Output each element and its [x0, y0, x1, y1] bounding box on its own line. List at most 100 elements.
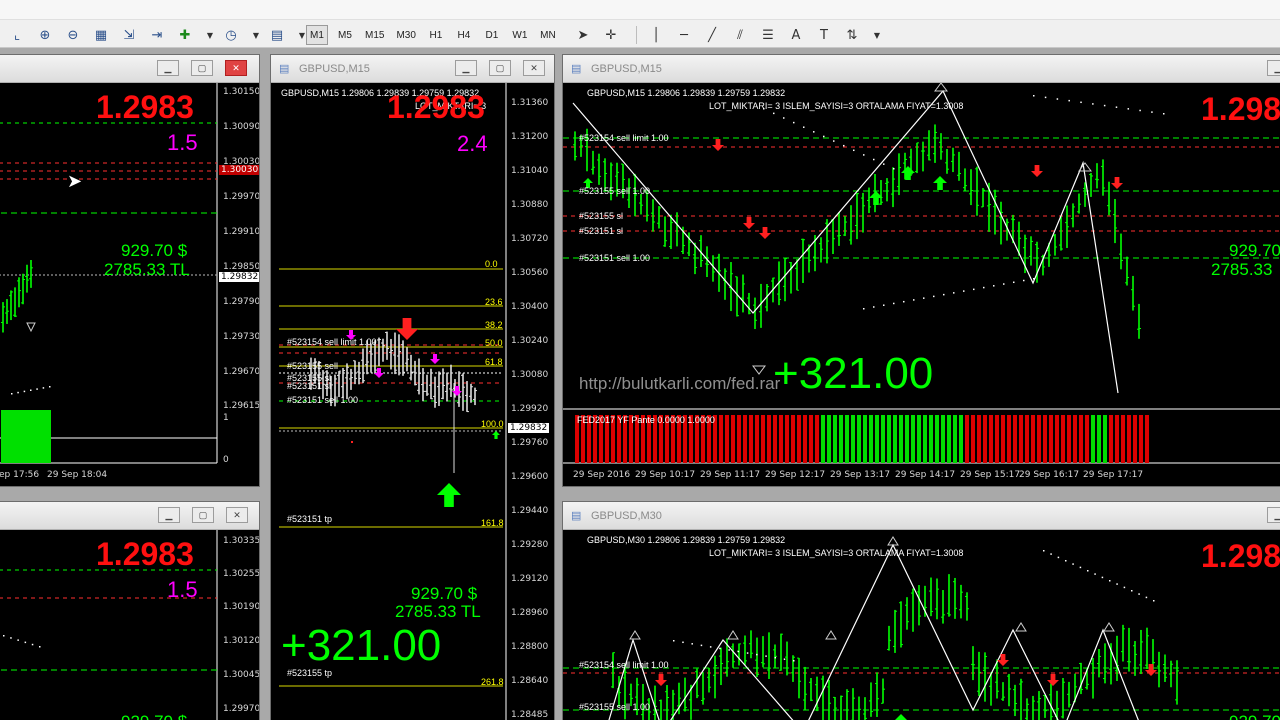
trail-dot: [963, 290, 965, 292]
chart-window-left-bottom[interactable]: ▁ ▢ ✕ 1.2983 1.5 929.70 $ 1.30335 1.3025…: [0, 501, 260, 720]
timeframe-m15[interactable]: M15: [362, 25, 387, 45]
indicators-icon[interactable]: ✚: [174, 24, 196, 46]
minimize-button[interactable]: ▁: [157, 60, 179, 76]
indicator-histogram-bar: [1067, 415, 1071, 463]
timeframe-m1[interactable]: M1: [306, 25, 328, 45]
fib-level: 161.8: [481, 518, 504, 528]
chart-window-left-top[interactable]: ▁ ▢ ✕ 1.2983 1.5 929.70 $ 2785.33 TL 1.3…: [0, 54, 260, 487]
chart-area[interactable]: GBPUSD,M30 1.29806 1.29839 1.29759 1.298…: [563, 530, 1280, 720]
current-price: 1.2983: [96, 536, 194, 572]
indicator-histogram-bar: [821, 415, 825, 463]
auto-scroll-icon[interactable]: ⇲: [118, 24, 140, 46]
maximize-button[interactable]: ▢: [489, 60, 511, 76]
trail-dot: [893, 168, 895, 170]
timeframe-d1[interactable]: D1: [481, 25, 503, 45]
timeframe-w1[interactable]: W1: [509, 25, 531, 45]
channel-icon[interactable]: ⫽: [729, 24, 751, 46]
timeframe-h1[interactable]: H1: [425, 25, 447, 45]
chart-window-icon: ▤: [571, 63, 582, 75]
buy-arrow-icon: [895, 714, 907, 720]
periods-clock-icon[interactable]: ◷: [220, 24, 242, 46]
fractal-marker-icon: [629, 630, 641, 640]
zoom-in-icon[interactable]: ⊕: [34, 24, 56, 46]
trail-dot: [1145, 596, 1148, 599]
text-label-icon[interactable]: T: [813, 24, 835, 46]
window-title: GBPUSD,M30: [591, 510, 662, 522]
indicator-label: FED2017 YF Pante 0.0000 1.0000: [577, 415, 715, 425]
chart-window-right-bottom[interactable]: ▤ GBPUSD,M30 ▁ GBPUSD,M30 1.29806 1.2983…: [562, 501, 1280, 720]
axis-label: 1.29760: [511, 438, 549, 448]
window-titlebar[interactable]: ▁ ▢ ✕: [0, 502, 259, 530]
timeframe-group: M1 M5 M15 M30 H1 H4 D1 W1 MN: [306, 24, 565, 46]
fractal-marker-icon: [825, 630, 837, 640]
axis-label: 1.29670: [223, 367, 260, 377]
chart-area[interactable]: GBPUSD,M15 1.29806 1.29839 1.29759 1.298…: [563, 83, 1280, 486]
order-label: #523151 sell 1.00: [287, 395, 359, 405]
chart-area[interactable]: 1.2983 1.5 929.70 $ 1.30335 1.30255 1.30…: [0, 530, 259, 720]
trail-dot: [1151, 111, 1153, 113]
minimize-button[interactable]: ▁: [455, 60, 477, 76]
axis-label: 1.30190: [223, 602, 260, 612]
fib-level: 0.0: [485, 259, 498, 269]
maximize-button[interactable]: ▢: [192, 507, 214, 523]
tile-windows-icon[interactable]: ▦: [90, 24, 112, 46]
trail-dot: [933, 295, 935, 298]
window-titlebar[interactable]: ▁ ▢ ✕: [0, 55, 259, 83]
trail-dot: [765, 655, 767, 657]
cursor-icon[interactable]: ➤: [572, 24, 594, 46]
indicator-histogram-bar: [971, 415, 975, 463]
fibonacci-icon[interactable]: ☰: [757, 24, 779, 46]
trail-dot: [913, 299, 915, 301]
horizontal-line-icon[interactable]: ─: [673, 24, 695, 46]
minimize-button[interactable]: ▁: [158, 507, 180, 523]
maximize-button[interactable]: ▢: [191, 60, 213, 76]
minimize-button[interactable]: ▁: [1267, 60, 1280, 76]
fib-level: 23.6: [485, 297, 503, 307]
fractal-marker-icon: [1103, 622, 1115, 632]
zoom-out-icon[interactable]: ⊖: [62, 24, 84, 46]
axis-label: 1.29120: [511, 574, 549, 584]
trendline-icon[interactable]: ╱: [701, 24, 723, 46]
chevron-down-icon[interactable]: ▼: [202, 24, 218, 46]
chart-area[interactable]: GBPUSD,M15 1.29806 1.29839 1.29759 1.298…: [271, 83, 554, 720]
chart-window-right-top[interactable]: ▤ GBPUSD,M15 ▁ GBPUSD,M15 1.29806 1.2983…: [562, 54, 1280, 487]
chart-window-middle[interactable]: ▤ GBPUSD,M15 ▁ ▢ ✕ GBPUSD,M15 1.29806 1.…: [270, 54, 555, 720]
window-titlebar[interactable]: ▤ GBPUSD,M15 ▁: [563, 55, 1280, 83]
crosshair-icon[interactable]: ✛: [600, 24, 622, 46]
window-titlebar[interactable]: ▤ GBPUSD,M15 ▁ ▢ ✕: [271, 55, 554, 83]
fractal-marker-icon: [26, 322, 36, 333]
window-titlebar[interactable]: ▤ GBPUSD,M30 ▁: [563, 502, 1280, 530]
chart-shift-icon[interactable]: ⇥: [146, 24, 168, 46]
text-icon[interactable]: A: [785, 24, 807, 46]
close-button[interactable]: ✕: [225, 60, 247, 76]
chart-line-icon[interactable]: ⌞: [6, 24, 28, 46]
trail-dot: [1092, 103, 1094, 105]
close-button[interactable]: ✕: [523, 60, 545, 76]
axis-label: 1.28800: [511, 642, 549, 652]
timeframe-m30[interactable]: M30: [393, 25, 418, 45]
chevron-down-icon[interactable]: ▼: [248, 24, 264, 46]
axis-label: 1.29970: [223, 704, 260, 714]
indicator-histogram-bar: [1001, 415, 1005, 463]
vertical-line-icon[interactable]: │: [645, 24, 667, 46]
timeframe-mn[interactable]: MN: [537, 25, 559, 45]
indicator-histogram-bar: [857, 415, 861, 463]
minimize-button[interactable]: ▁: [1267, 507, 1280, 523]
chart-area[interactable]: 1.2983 1.5 929.70 $ 2785.33 TL 1.30150 1…: [0, 83, 259, 486]
trail-dot: [773, 112, 775, 115]
chevron-down-icon[interactable]: ▼: [869, 24, 885, 46]
profit-tl: 2785.33 TL: [395, 602, 481, 621]
time-label: 29 Sep 13:17: [830, 470, 891, 480]
current-price: 1.298: [1201, 538, 1280, 574]
order-label: #523151 sl: [579, 226, 624, 236]
templates-icon[interactable]: ▤: [266, 24, 288, 46]
sell-arrow-magenta-icon: [430, 354, 440, 364]
time-label: ep 17:56: [0, 470, 40, 480]
close-button[interactable]: ✕: [226, 507, 248, 523]
indicator-histogram-bar: [1, 410, 51, 463]
time-label: 29 Sep 16:17: [1019, 470, 1080, 480]
timeframe-h4[interactable]: H4: [453, 25, 475, 45]
trail-dot: [39, 646, 41, 648]
timeframe-m5[interactable]: M5: [334, 25, 356, 45]
arrows-icon[interactable]: ⇅: [841, 24, 863, 46]
